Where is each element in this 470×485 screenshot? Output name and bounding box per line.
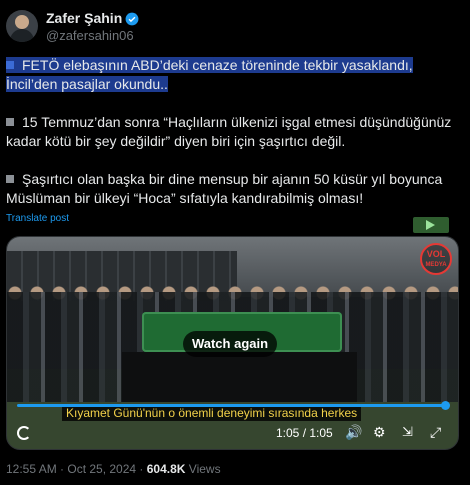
vol-media-logo: VOL MEDYA xyxy=(420,243,452,275)
views-count: 604.8K xyxy=(146,462,186,476)
name-row: Zafer Şahin xyxy=(46,10,139,27)
tweet-line1b: İncil’den pasajlar okundu.. xyxy=(6,76,168,92)
tweet-line: İncil’den pasajlar okundu.. xyxy=(6,75,461,94)
views-label: Views xyxy=(185,462,221,476)
progress-knob[interactable] xyxy=(441,401,450,410)
fullscreen-icon[interactable]: ⤢ xyxy=(430,424,441,441)
tweet-p3a: Şaşırtıcı olan başka bir dine mensup bir… xyxy=(22,171,443,187)
tweet-header: Zafer Şahin @zafersahin06 xyxy=(6,10,139,44)
tweet-p3b: Müslüman bir ülkeyi “Hoca” sıfatıyla kan… xyxy=(6,190,364,206)
verified-badge-icon xyxy=(125,12,139,25)
square-bullet-icon xyxy=(6,61,14,69)
volume-icon[interactable]: 🔊 xyxy=(345,424,362,441)
display-name[interactable]: Zafer Şahin xyxy=(46,10,122,27)
highlight-block: FETÖ elebaşının ABD’deki cenaze törenind… xyxy=(6,57,413,73)
tweet-line: FETÖ elebaşının ABD’deki cenaze törenind… xyxy=(6,56,461,75)
tweet-p2a: 15 Temmuz’dan sonra “Haçlıların ülkenizi… xyxy=(22,114,452,130)
video-time: 1:05 / 1:05 xyxy=(276,426,333,440)
tweet-line1a: FETÖ elebaşının ABD’deki cenaze törenind… xyxy=(22,57,413,73)
watch-again-button[interactable]: Watch again xyxy=(183,331,277,357)
video-progress-bar[interactable] xyxy=(17,401,450,410)
replay-icon[interactable] xyxy=(17,426,31,440)
user-handle[interactable]: @zafersahin06 xyxy=(46,27,139,44)
video-controls: 1:05 / 1:05 🔊 ⚙ ⇲ ⤢ xyxy=(7,419,458,449)
square-bullet-icon xyxy=(6,175,14,183)
tweet-line: 15 Temmuz’dan sonra “Haçlıların ülkenizi… xyxy=(6,113,461,132)
popout-icon[interactable]: ⇲ xyxy=(402,424,413,440)
gear-icon[interactable]: ⚙ xyxy=(373,424,386,441)
timestamp[interactable]: 12:55 AM · Oct 25, 2024 · xyxy=(6,462,147,476)
tweet-meta: 12:55 AM · Oct 25, 2024 · 604.8K Views xyxy=(6,462,221,476)
avatar[interactable] xyxy=(6,10,38,42)
square-bullet-icon xyxy=(6,118,14,126)
user-names: Zafer Şahin @zafersahin06 xyxy=(46,10,139,44)
tweet-text: FETÖ elebaşının ABD’deki cenaze törenind… xyxy=(6,56,461,208)
tweet-p2b: kadar kötü bir şey değildir” diyen biri … xyxy=(6,133,346,149)
tweet-line: Şaşırtıcı olan başka bir dine mensup bir… xyxy=(6,170,461,189)
translate-post-link[interactable]: Translate post xyxy=(6,213,69,224)
play-badge-icon xyxy=(413,217,449,233)
video-player[interactable]: VOL MEDYA Watch again Kıyamet Günü'nün o … xyxy=(6,236,459,450)
